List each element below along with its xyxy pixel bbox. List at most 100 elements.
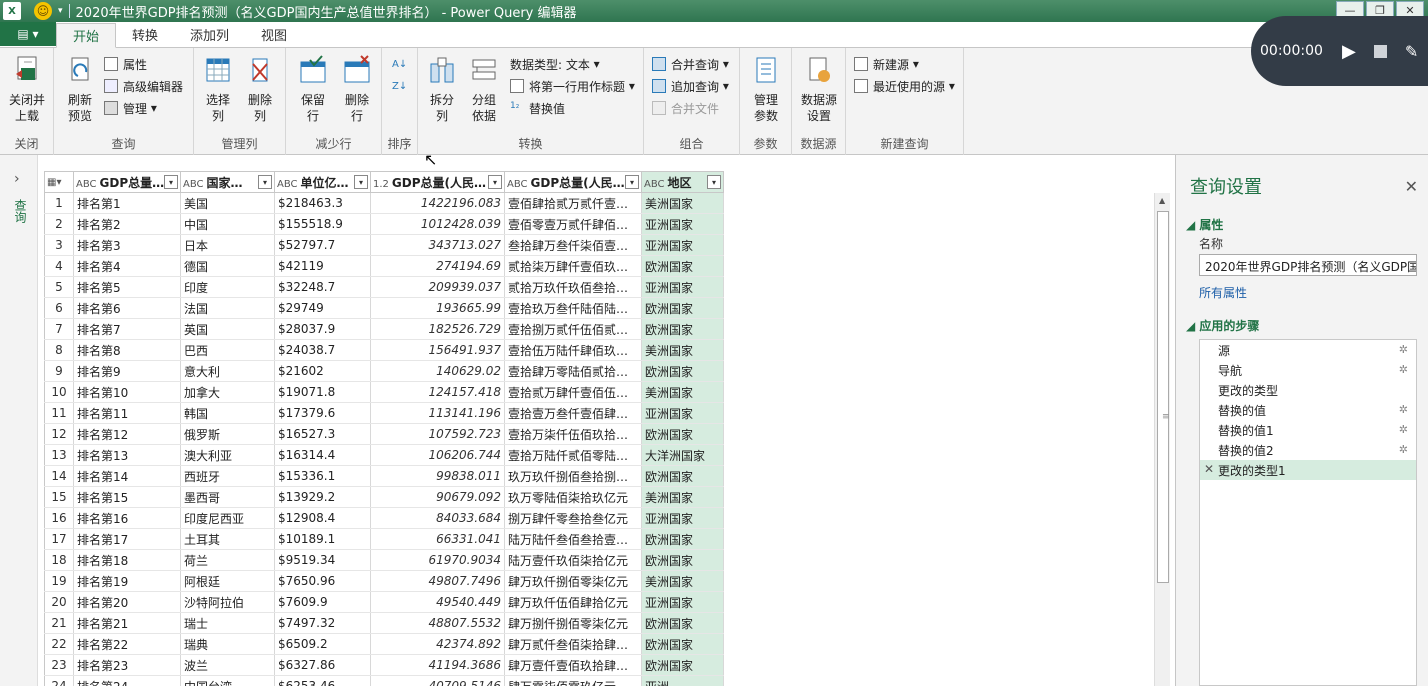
table-cell[interactable]: 墨西哥 [180,486,275,508]
table-cell[interactable]: 欧洲国家 [641,528,724,550]
append-queries-button[interactable]: 追加查询 ▾ [652,77,729,95]
table-cell[interactable]: $218463.3 [274,192,371,214]
table-cell[interactable]: 西班牙 [180,465,275,487]
table-cell[interactable]: 意大利 [180,360,275,382]
table-cell[interactable]: 124157.418 [370,381,505,403]
pen-icon[interactable]: ✎ [1405,42,1418,61]
table-row[interactable]: 18 排名第18 荷兰 $9519.34 61970.9034 陆万壹仟玖佰柒拾亿元 欧洲国… [44,549,724,571]
table-cell[interactable]: 德国 [180,255,275,277]
table-cell[interactable]: 印度 [180,276,275,298]
applied-step-item[interactable]: 替换的值 ✲ [1200,400,1416,420]
properties-section-header[interactable]: ◢ 属性 [1186,216,1223,233]
table-cell[interactable]: 亚洲国家 [641,213,724,235]
table-cell[interactable]: 荷兰 [180,549,275,571]
table-cell[interactable]: 排名第6 [73,297,181,319]
table-cell[interactable]: 欧洲国家 [641,423,724,445]
table-cell[interactable]: 亚洲国家 [641,507,724,529]
table-cell[interactable]: 欧洲国家 [641,549,724,571]
table-cell[interactable]: 193665.99 [370,297,505,319]
column-header-unit[interactable]: ABC 单位亿… ▾ [274,171,371,193]
query-name-field[interactable]: 2020年世界GDP排名预测（名义GDP国内 [1199,254,1417,276]
table-cell[interactable]: 排名第21 [73,612,181,634]
table-cell[interactable]: 排名第22 [73,633,181,655]
table-cell[interactable]: 壹拾贰万肆仟壹佰伍… [504,381,642,403]
column-header-gdp-rmb-text[interactable]: ABC GDP总量(人民… ▾ [504,171,642,193]
tab-transform[interactable]: 转换 [116,22,174,47]
table-cell[interactable]: 排名第9 [73,360,181,382]
table-cell[interactable]: 209939.037 [370,276,505,298]
table-cell[interactable]: 61970.9034 [370,549,505,571]
table-cell[interactable]: 欧洲国家 [641,318,724,340]
table-cell[interactable]: 48807.5532 [370,612,505,634]
filter-dropdown-icon[interactable]: ▾ [258,175,272,189]
table-row[interactable]: 1 排名第1 美国 $218463.3 1422196.083 壹佰肆拾贰万贰仟壹… 美洲国… [44,192,724,214]
filter-dropdown-icon[interactable]: ▾ [488,175,502,189]
table-cell[interactable]: 亚洲国家 [641,591,724,613]
table-cell[interactable]: 贰拾万玖仟玖佰叁拾… [504,276,642,298]
table-cell[interactable]: 84033.684 [370,507,505,529]
table-cell[interactable]: 49540.449 [370,591,505,613]
grid-vertical-scrollbar[interactable]: ▲ ≡ [1154,193,1170,686]
filter-dropdown-icon[interactable]: ▾ [354,175,368,189]
data-source-settings-button[interactable]: 数据源设置 [796,54,842,124]
scroll-up-icon[interactable]: ▲ [1159,196,1165,205]
table-cell[interactable]: 壹拾伍万陆仟肆佰玖… [504,339,642,361]
table-row[interactable]: 10 排名第10 加拿大 $19071.8 124157.418 壹拾贰万肆仟壹佰伍… 美洲… [44,381,724,403]
table-cell[interactable]: 陆万壹仟玖佰柒拾亿元 [504,549,642,571]
data-type-dropdown[interactable]: 数据类型: 文本 ▾ [510,55,600,73]
table-cell[interactable]: $6253.46 [274,675,371,686]
table-cell[interactable]: 66331.041 [370,528,505,550]
table-cell[interactable]: $19071.8 [274,381,371,403]
properties-button[interactable]: 属性 [104,55,147,73]
table-row[interactable]: 2 排名第2 中国 $155518.9 1012428.039 壹佰零壹万贰仟肆佰… 亚洲国… [44,213,724,235]
table-corner-menu-icon[interactable]: ▦▾ [44,171,74,193]
table-cell[interactable]: 壹佰零壹万贰仟肆佰… [504,213,642,235]
table-cell[interactable]: 140629.02 [370,360,505,382]
table-row[interactable]: 9 排名第9 意大利 $21602 140629.02 壹拾肆万零陆佰贰拾… 欧洲国家 [44,360,724,382]
table-cell[interactable]: 排名第10 [73,381,181,403]
table-cell[interactable]: 壹拾万陆仟贰佰零陆… [504,444,642,466]
table-cell[interactable]: 排名第18 [73,549,181,571]
table-cell[interactable]: 瑞士 [180,612,275,634]
table-cell[interactable]: 叁拾肆万叁仟柒佰壹… [504,234,642,256]
table-cell[interactable]: 排名第11 [73,402,181,424]
table-cell[interactable]: 亚洲国家 [641,276,724,298]
expand-queries-chevron-icon[interactable]: › [14,171,20,187]
table-cell[interactable]: 欧洲国家 [641,297,724,319]
table-cell[interactable]: 肆万贰仟叁佰柒拾肆… [504,633,642,655]
table-cell[interactable]: $9519.34 [274,549,371,571]
tab-home[interactable]: 开始 [56,23,117,48]
table-row[interactable]: 3 排名第3 日本 $52797.7 343713.027 叁拾肆万叁仟柒佰壹… 亚洲国家 [44,234,724,256]
table-cell[interactable]: 壹拾捌万贰仟伍佰贰… [504,318,642,340]
table-cell[interactable]: 美洲国家 [641,486,724,508]
sort-descending-icon[interactable]: Z↓ [392,77,407,95]
table-cell[interactable]: 韩国 [180,402,275,424]
new-source-button[interactable]: 新建源 ▾ [854,55,919,73]
filter-dropdown-icon[interactable]: ▾ [707,175,721,189]
table-cell[interactable]: 113141.196 [370,402,505,424]
table-row[interactable]: 8 排名第8 巴西 $24038.7 156491.937 壹拾伍万陆仟肆佰玖… 美洲国家 [44,339,724,361]
refresh-preview-button[interactable]: 刷新预览 [60,54,100,124]
table-cell[interactable]: 土耳其 [180,528,275,550]
filter-dropdown-icon[interactable]: ▾ [164,175,178,189]
applied-steps-section-header[interactable]: ◢ 应用的步骤 [1186,317,1259,334]
table-cell[interactable]: 美洲国家 [641,339,724,361]
recent-sources-button[interactable]: 最近使用的源 ▾ [854,77,955,95]
table-cell[interactable]: 106206.744 [370,444,505,466]
table-cell[interactable]: 排名第14 [73,465,181,487]
table-cell[interactable]: 巴西 [180,339,275,361]
table-cell[interactable]: $6509.2 [274,633,371,655]
table-row[interactable]: 4 排名第4 德国 $42119 274194.69 贰拾柒万肆仟壹佰玖… 欧洲国家 [44,255,724,277]
step-settings-gear-icon[interactable]: ✲ [1399,443,1408,456]
table-cell[interactable]: 玖万玖仟捌佰叁拾捌… [504,465,642,487]
table-cell[interactable]: 波兰 [180,654,275,676]
step-settings-gear-icon[interactable]: ✲ [1399,363,1408,376]
table-cell[interactable]: $7497.32 [274,612,371,634]
column-header-gdp-rank[interactable]: ABC GDP总量… ▾ [73,171,181,193]
table-cell[interactable]: 美洲国家 [641,192,724,214]
manage-button[interactable]: 管理 ▾ [104,99,157,117]
table-row[interactable]: 20 排名第20 沙特阿拉伯 $7609.9 49540.449 肆万玖仟伍佰肆拾亿元 亚洲… [44,591,724,613]
table-cell[interactable]: 亚洲国家 [641,402,724,424]
queries-pane-label[interactable]: 查询 [12,199,29,223]
table-row[interactable]: 23 排名第23 波兰 $6327.86 41194.3686 肆万壹仟壹佰玖拾肆… 欧洲国… [44,654,724,676]
